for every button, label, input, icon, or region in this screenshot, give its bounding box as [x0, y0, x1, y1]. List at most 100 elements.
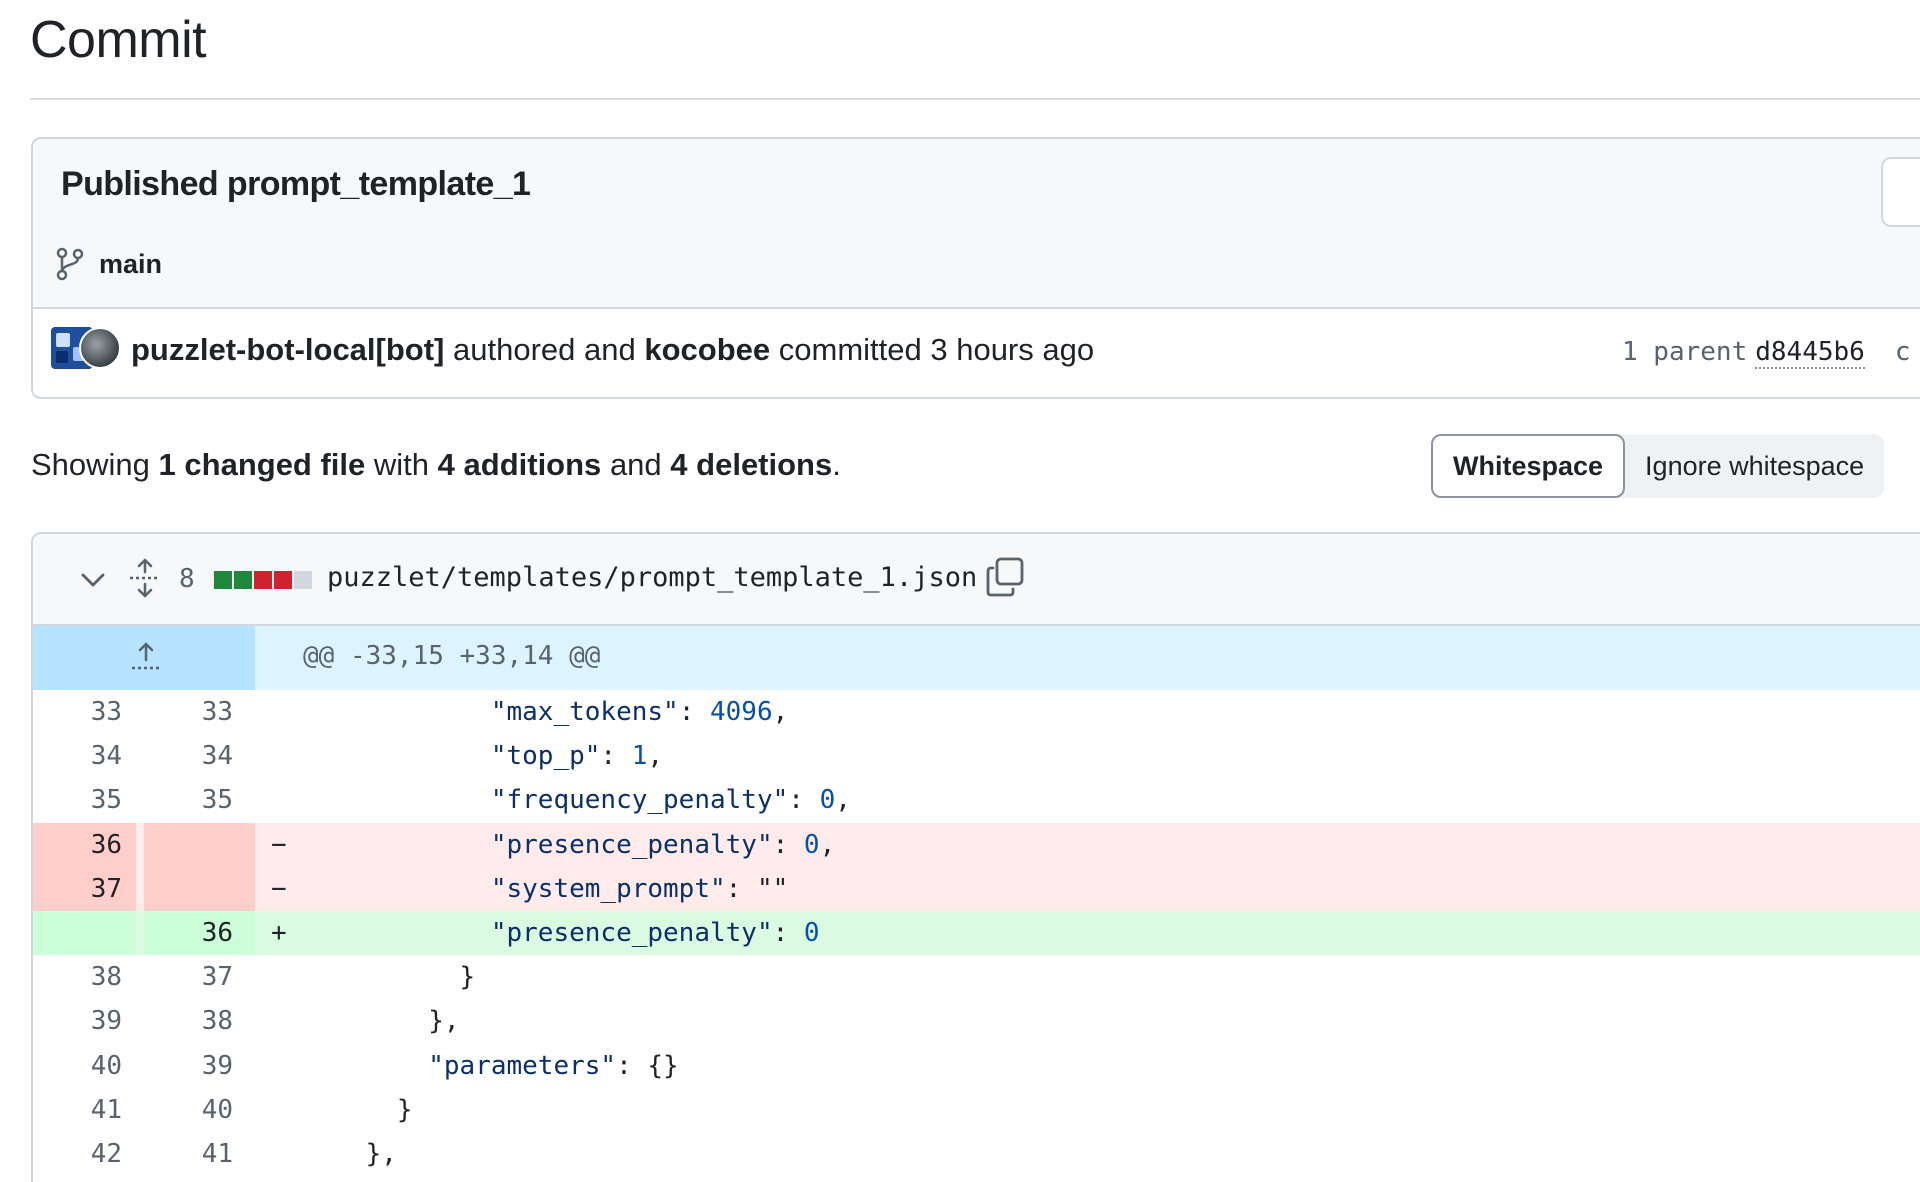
- old-line-number[interactable]: [33, 910, 136, 956]
- file-path[interactable]: puzzlet/templates/prompt_template_1.json: [327, 562, 977, 593]
- old-line-number[interactable]: 39: [33, 999, 136, 1043]
- diff-line: 36 − "presence_penalty": 0,: [33, 822, 1920, 867]
- summary-deletions: 4 deletions: [670, 447, 833, 482]
- json-key: "frequency_penalty": [490, 785, 789, 816]
- copy-icon[interactable]: [985, 556, 1025, 598]
- diff-line: 33 33 "max_tokens": 4096,: [33, 690, 1920, 734]
- new-line-number[interactable]: 40: [144, 1088, 255, 1132]
- code-content: "frequency_penalty": 0,: [490, 785, 851, 816]
- commit-attribution: puzzlet-bot-local[bot] authored and koco…: [131, 332, 1094, 368]
- code-content: "presence_penalty": 0: [490, 917, 820, 948]
- unfold-icon[interactable]: [127, 558, 163, 598]
- diff-line: 39 38 },: [33, 999, 1920, 1043]
- committed-text: committed 3 hours ago: [778, 332, 1095, 367]
- summary-with: with: [373, 447, 430, 482]
- json-value: 1: [631, 741, 648, 772]
- expand-hunk-button[interactable]: [33, 626, 255, 690]
- diff-line: 42 41 },: [33, 1132, 1920, 1176]
- diff-lines: 33 33 "max_tokens": 4096, 34 34 "top_p": 1,…: [33, 690, 1920, 1176]
- new-line-number[interactable]: 33: [144, 690, 255, 734]
- old-line-number[interactable]: 36: [33, 822, 136, 867]
- diff-line: 41 40 }: [33, 1088, 1920, 1132]
- author-link[interactable]: puzzlet-bot-local[bot]: [131, 332, 444, 367]
- code-content: "top_p": 1,: [490, 741, 664, 772]
- code-content: "presence_penalty": 0,: [490, 829, 836, 860]
- summary-files: 1 changed file: [158, 447, 366, 482]
- new-line-number[interactable]: 38: [144, 999, 255, 1043]
- old-line-number[interactable]: 35: [33, 778, 136, 822]
- commit-sha-truncated: c: [1894, 337, 1911, 367]
- old-line-number[interactable]: 42: [33, 1132, 136, 1176]
- chevron-down-icon[interactable]: [77, 564, 109, 596]
- parent-label: 1 parent: [1622, 337, 1748, 367]
- avatar[interactable]: [79, 327, 121, 369]
- diff-line: 38 37 }: [33, 955, 1920, 999]
- code-content: }: [459, 962, 476, 993]
- code-content: "parameters": {}: [428, 1050, 679, 1081]
- json-value: 4096: [710, 697, 773, 727]
- branch-name: main: [99, 248, 163, 279]
- branch-indicator[interactable]: main: [55, 247, 162, 281]
- json-key: "parameters": [428, 1050, 617, 1081]
- summary-prefix: Showing: [31, 447, 150, 482]
- summary-suffix: .: [832, 447, 841, 482]
- json-value: 0: [803, 829, 820, 860]
- code-content: },: [365, 1138, 397, 1169]
- diffstat-added: [234, 571, 252, 589]
- json-key: "presence_penalty": [490, 829, 773, 860]
- page-title: Commit: [30, 11, 207, 69]
- new-line-number[interactable]: [144, 866, 255, 911]
- json-key: "system_prompt": [490, 873, 726, 904]
- committer-link[interactable]: kocobee: [644, 332, 770, 367]
- hunk-header-row: @@ -33,15 +33,14 @@: [33, 626, 1920, 690]
- json-value: 0: [803, 917, 820, 948]
- avatar-stack[interactable]: [51, 327, 121, 371]
- old-line-number[interactable]: 41: [33, 1088, 136, 1132]
- new-line-number[interactable]: 36: [144, 910, 255, 956]
- authored-text: authored and: [453, 332, 636, 367]
- old-line-number[interactable]: 38: [33, 955, 136, 999]
- diffstat-removed: [274, 571, 292, 589]
- diff-sign: −: [271, 829, 287, 860]
- new-line-number[interactable]: 34: [144, 734, 255, 778]
- file-diff: 8 puzzlet/templates/prompt_template_1.js…: [31, 532, 1920, 1182]
- summary-and: and: [609, 447, 662, 482]
- diff-sign: −: [271, 873, 287, 904]
- json-key: "max_tokens": [490, 697, 679, 727]
- diff-line: 37 − "system_prompt": "": [33, 866, 1920, 911]
- parent-info: 1 parent d8445b6 c: [1622, 337, 1911, 369]
- expand-up-icon: [132, 642, 160, 670]
- commit-message: Published prompt_template_1: [61, 165, 531, 203]
- old-line-number[interactable]: 37: [33, 866, 136, 911]
- file-change-count: 8: [179, 564, 195, 594]
- diff-summary: Showing 1 changed file with 4 additions …: [31, 447, 841, 483]
- json-value: 0: [819, 785, 836, 816]
- diff-line: 40 39 "parameters": {}: [33, 1044, 1920, 1088]
- browse-files-button[interactable]: [1881, 157, 1920, 227]
- whitespace-toggle: Whitespace Ignore whitespace: [1431, 434, 1885, 498]
- diff-line: 35 35 "frequency_penalty": 0,: [33, 778, 1920, 822]
- parent-sha-link[interactable]: d8445b6: [1755, 337, 1865, 369]
- diff-line: 34 34 "top_p": 1,: [33, 734, 1920, 778]
- diffstat-added: [214, 571, 232, 589]
- code-content: "system_prompt": "": [490, 873, 789, 904]
- diffstat-removed: [254, 571, 272, 589]
- json-key: "top_p": [490, 741, 601, 772]
- title-divider: [30, 98, 1920, 100]
- new-line-number[interactable]: 41: [144, 1132, 255, 1176]
- old-line-number[interactable]: 40: [33, 1044, 136, 1088]
- new-line-number[interactable]: [144, 822, 255, 867]
- diffstat-bar: [214, 571, 312, 589]
- new-line-number[interactable]: 37: [144, 955, 255, 999]
- git-branch-icon: [56, 247, 84, 281]
- code-content: }: [396, 1094, 413, 1125]
- hunk-header-text: @@ -33,15 +33,14 @@: [303, 641, 601, 671]
- diff-line: 36 + "presence_penalty": 0: [33, 910, 1920, 956]
- file-header: 8 puzzlet/templates/prompt_template_1.js…: [33, 534, 1920, 626]
- new-line-number[interactable]: 39: [144, 1044, 255, 1088]
- old-line-number[interactable]: 34: [33, 734, 136, 778]
- ignore-whitespace-button[interactable]: Ignore whitespace: [1625, 434, 1884, 498]
- old-line-number[interactable]: 33: [33, 690, 136, 734]
- whitespace-button[interactable]: Whitespace: [1431, 434, 1626, 498]
- new-line-number[interactable]: 35: [144, 778, 255, 822]
